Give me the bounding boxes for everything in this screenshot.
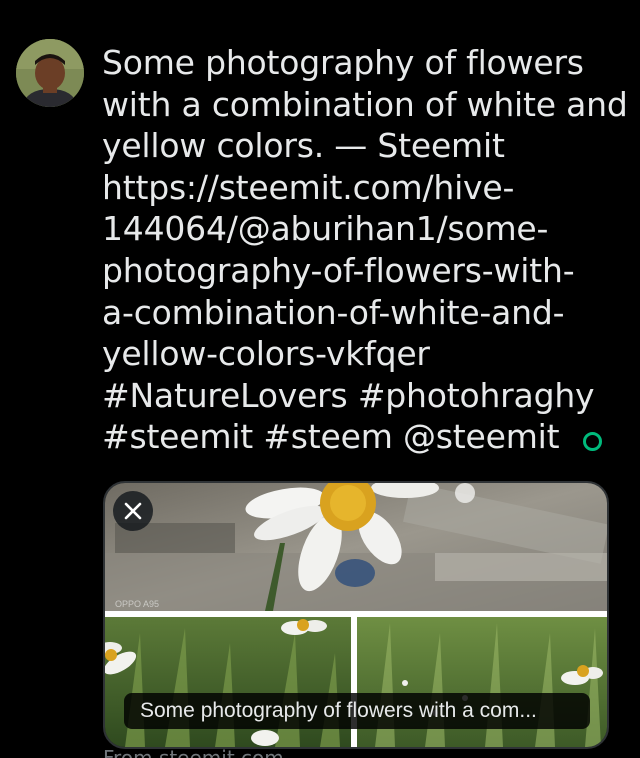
- card-caption: Some photography of flowers with a com..…: [124, 693, 590, 729]
- avatar[interactable]: [16, 39, 84, 107]
- card-source-label[interactable]: From steemit.com: [103, 748, 284, 758]
- tweet-link[interactable]: yellow-colors-vkfqer: [102, 333, 622, 375]
- tweet-line: with a combination of white and: [102, 84, 628, 124]
- avatar-image: [16, 39, 84, 107]
- tweet-line: yellow colors. — Steemit: [102, 126, 505, 166]
- status-dot-icon: [583, 432, 602, 451]
- tweet-link[interactable]: a-combination-of-white-and-: [102, 292, 622, 334]
- tweet-link[interactable]: photography-of-flowers-with-: [102, 250, 622, 292]
- tweet-link[interactable]: https://steemit.com/hive-: [102, 167, 622, 209]
- tweet-hashtags[interactable]: #steemit #steem @steemit: [102, 416, 622, 458]
- photo-watermark: OPPO A95: [115, 599, 159, 609]
- tweet-text: Some photography of flowers with a combi…: [102, 42, 628, 458]
- tweet-link[interactable]: 144064/@aburihan1/some-: [102, 208, 622, 250]
- link-card[interactable]: OPPO A95 Some photography of flowers wit…: [103, 481, 609, 749]
- tweet-line: Some photography of flowers: [102, 43, 584, 82]
- close-icon: [124, 502, 142, 520]
- tweet-hashtags[interactable]: #NatureLovers #photohraghy: [102, 375, 622, 417]
- close-button[interactable]: [113, 491, 153, 531]
